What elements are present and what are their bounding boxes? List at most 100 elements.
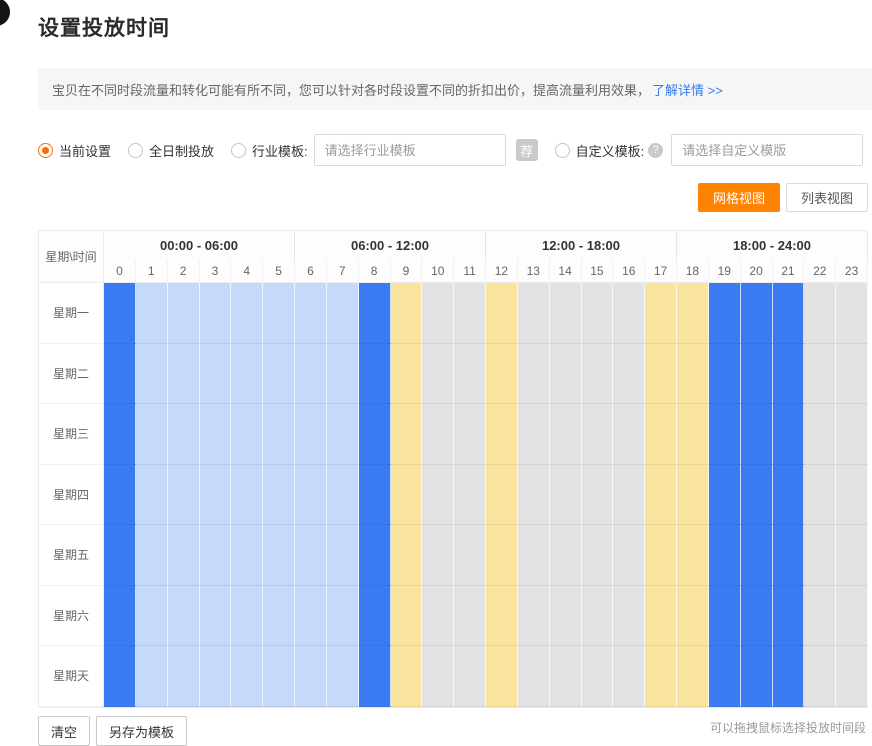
time-slot-cell[interactable] [677,586,709,647]
time-slot-cell[interactable] [422,344,454,405]
industry-template-input[interactable] [314,134,506,166]
time-slot-cell[interactable] [677,404,709,465]
time-slot-cell[interactable] [804,344,836,405]
time-slot-cell[interactable] [327,465,359,526]
time-slot-cell[interactable] [263,525,295,586]
time-slot-cell[interactable] [200,404,232,465]
time-slot-cell[interactable] [645,465,677,526]
time-slot-cell[interactable] [136,525,168,586]
time-slot-cell[interactable] [582,344,614,405]
time-slot-cell[interactable] [136,404,168,465]
time-slot-cell[interactable] [773,646,805,707]
time-slot-cell[interactable] [295,283,327,344]
radio-industry-template[interactable]: 行业模板: [231,141,308,160]
clear-button[interactable]: 清空 [38,716,90,746]
time-slot-cell[interactable] [200,465,232,526]
time-slot-cell[interactable] [391,465,423,526]
time-slot-cell[interactable] [773,525,805,586]
time-slot-cell[interactable] [741,586,773,647]
time-slot-cell[interactable] [741,525,773,586]
time-slot-cell[interactable] [486,465,518,526]
list-view-button[interactable]: 列表视图 [786,183,868,212]
time-slot-cell[interactable] [486,404,518,465]
time-slot-cell[interactable] [550,525,582,586]
time-slot-cell[interactable] [613,283,645,344]
radio-icon-full-day[interactable] [128,143,143,158]
time-slot-cell[interactable] [773,586,805,647]
save-as-template-button[interactable]: 另存为模板 [96,716,187,746]
time-slot-cell[interactable] [263,646,295,707]
time-slot-cell[interactable] [582,465,614,526]
time-slot-cell[interactable] [327,404,359,465]
time-slot-cell[interactable] [677,646,709,707]
time-slot-cell[interactable] [200,525,232,586]
time-slot-cell[interactable] [391,525,423,586]
time-slot-cell[interactable] [422,646,454,707]
time-slot-cell[interactable] [582,525,614,586]
time-slot-cell[interactable] [613,525,645,586]
time-slot-cell[interactable] [231,344,263,405]
time-slot-cell[interactable] [295,525,327,586]
time-slot-cell[interactable] [136,586,168,647]
time-slot-cell[interactable] [518,646,550,707]
time-slot-cell[interactable] [263,344,295,405]
time-slot-cell[interactable] [836,283,868,344]
time-slot-cell[interactable] [804,283,836,344]
time-slot-cell[interactable] [709,586,741,647]
time-slot-cell[interactable] [645,283,677,344]
time-slot-cell[interactable] [836,465,868,526]
time-slot-cell[interactable] [295,586,327,647]
radio-full-day[interactable]: 全日制投放 [128,141,214,160]
time-slot-cell[interactable] [550,283,582,344]
time-slot-cell[interactable] [709,525,741,586]
time-slot-cell[interactable] [645,646,677,707]
time-slot-cell[interactable] [486,283,518,344]
time-slot-cell[interactable] [613,404,645,465]
time-slot-cell[interactable] [327,586,359,647]
custom-template-input[interactable] [671,134,863,166]
time-slot-cell[interactable] [168,344,200,405]
time-slot-cell[interactable] [486,344,518,405]
time-slot-cell[interactable] [104,404,136,465]
time-slot-cell[interactable] [773,344,805,405]
time-slot-cell[interactable] [741,465,773,526]
radio-icon-current[interactable] [38,143,53,158]
radio-icon-custom[interactable] [555,143,570,158]
time-slot-cell[interactable] [645,404,677,465]
time-slot-cell[interactable] [613,586,645,647]
time-slot-cell[interactable] [422,525,454,586]
time-slot-cell[interactable] [359,525,391,586]
time-slot-cell[interactable] [582,283,614,344]
time-slot-cell[interactable] [263,283,295,344]
time-slot-cell[interactable] [518,404,550,465]
time-slot-cell[interactable] [263,465,295,526]
time-slot-cell[interactable] [677,344,709,405]
time-slot-cell[interactable] [454,646,486,707]
time-slot-cell[interactable] [168,646,200,707]
time-slot-cell[interactable] [422,465,454,526]
time-slot-cell[interactable] [200,586,232,647]
time-slot-cell[interactable] [836,344,868,405]
time-slot-cell[interactable] [677,525,709,586]
time-slot-cell[interactable] [773,283,805,344]
time-slot-cell[interactable] [741,283,773,344]
time-slot-cell[interactable] [104,344,136,405]
time-slot-cell[interactable] [391,404,423,465]
time-slot-cell[interactable] [518,283,550,344]
time-slot-cell[interactable] [104,525,136,586]
time-slot-cell[interactable] [677,465,709,526]
time-slot-cell[interactable] [741,344,773,405]
time-slot-cell[interactable] [518,586,550,647]
time-slot-cell[interactable] [550,404,582,465]
time-slot-cell[interactable] [454,404,486,465]
time-slot-cell[interactable] [104,465,136,526]
time-slot-cell[interactable] [486,586,518,647]
time-slot-cell[interactable] [677,283,709,344]
time-slot-cell[interactable] [327,525,359,586]
time-slot-cell[interactable] [200,344,232,405]
radio-custom-template[interactable]: 自定义模板: [555,141,645,160]
time-slot-cell[interactable] [295,646,327,707]
time-slot-cell[interactable] [136,344,168,405]
time-slot-cell[interactable] [295,344,327,405]
time-slot-cell[interactable] [391,344,423,405]
